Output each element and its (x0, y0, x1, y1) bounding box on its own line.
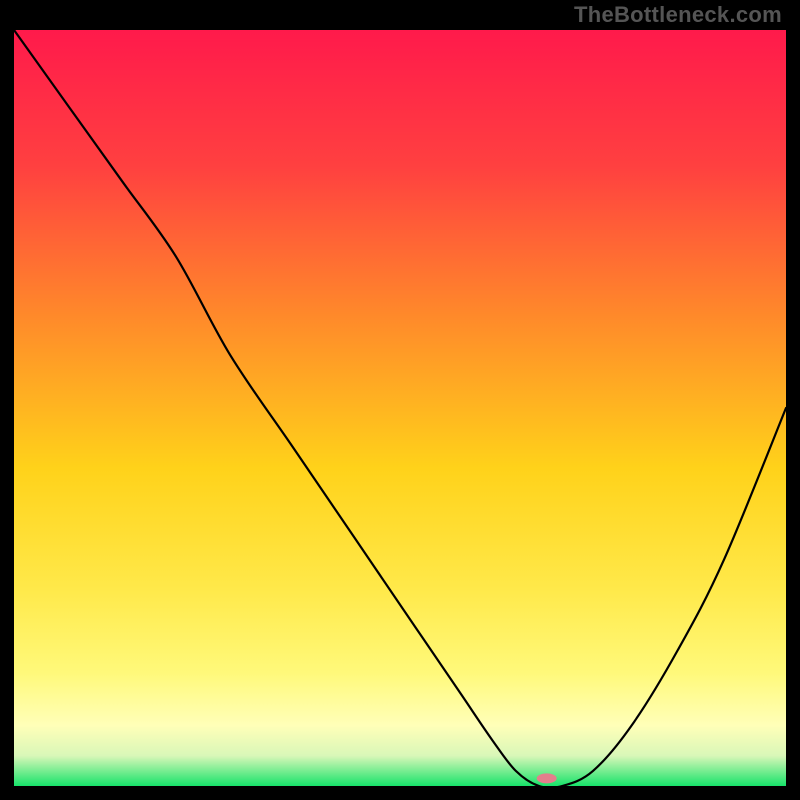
plot-area (14, 30, 786, 786)
gradient-background (14, 30, 786, 786)
chart-container: TheBottleneck.com (0, 0, 800, 800)
watermark-label: TheBottleneck.com (574, 2, 782, 28)
bottleneck-chart (14, 30, 786, 786)
optimal-point-marker (537, 773, 557, 783)
